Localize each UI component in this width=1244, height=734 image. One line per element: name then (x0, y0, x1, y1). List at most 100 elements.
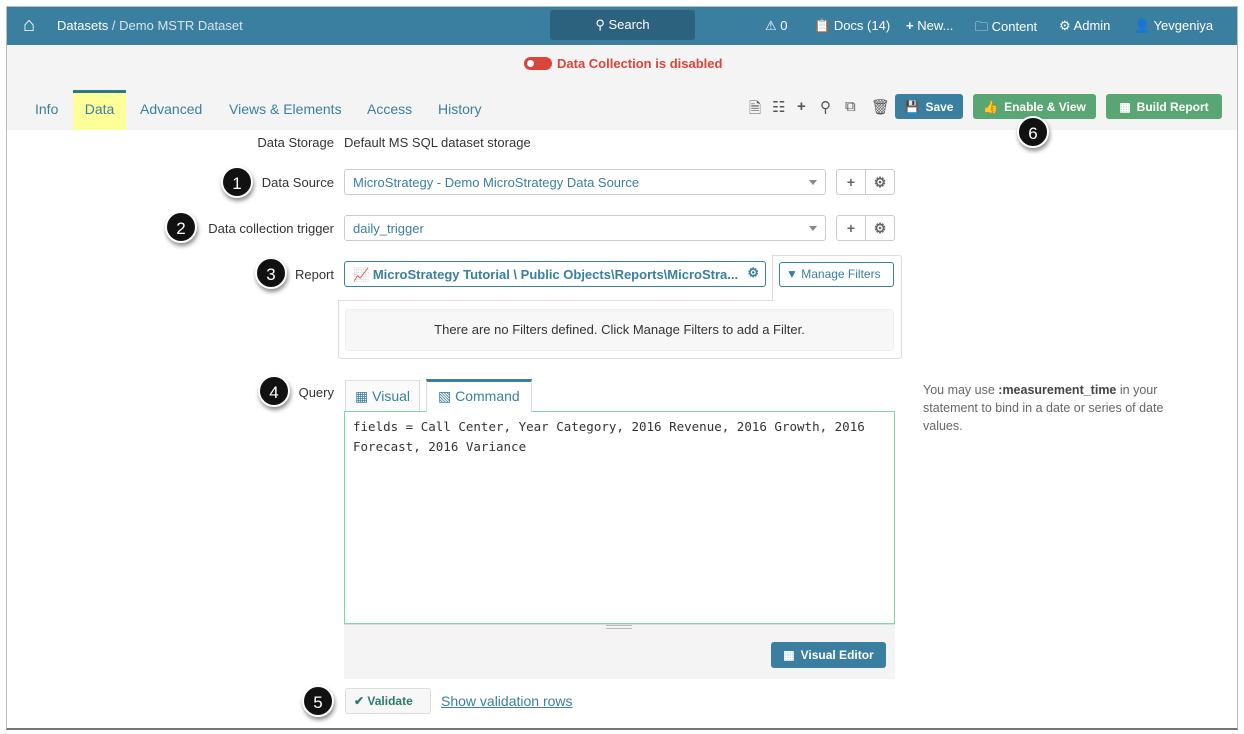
data-source-actions: + ⚙ (836, 169, 895, 195)
trigger-label: Data collection trigger (208, 221, 334, 236)
trigger-settings-button[interactable]: ⚙ (865, 216, 894, 240)
report-label: Report (294, 267, 334, 282)
floppy-icon: 💾 (904, 99, 920, 114)
admin-button[interactable]: ⚙ Admin (1059, 18, 1110, 34)
breadcrumb-separator: / (108, 18, 120, 33)
content-button[interactable]: 🗀 Content (975, 18, 1037, 40)
breadcrumb: Datasets / Demo MSTR Dataset (57, 18, 243, 33)
chevron-down-icon (809, 180, 817, 185)
query-help-text: You may use :measurement_time in your st… (923, 381, 1183, 435)
step-badge-5: 5 (302, 685, 334, 717)
hierarchy-icon[interactable]: ☷ (772, 98, 785, 116)
user-menu[interactable]: 👤 Yevgeniya (1134, 18, 1213, 34)
query-tab-visual-label: Visual (372, 388, 411, 404)
build-report-label: Build Report (1136, 99, 1209, 114)
search-button[interactable]: ⚲ Search (550, 10, 695, 40)
clipboard-icon: 📋 (814, 18, 831, 33)
new-label: New... (917, 18, 954, 33)
docs-button[interactable]: 📋 Docs (14) (814, 18, 890, 34)
save-button[interactable]: 💾 Save (895, 94, 963, 119)
tab-history[interactable]: History (438, 101, 482, 117)
data-storage-value: Default MS SQL dataset storage (344, 135, 531, 150)
save-label: Save (925, 99, 954, 114)
trigger-value: daily_trigger (353, 221, 424, 236)
chevron-down-icon (809, 226, 817, 231)
query-tab-visual[interactable]: ▦ Visual (345, 380, 420, 411)
visual-editor-button[interactable]: ▦ Visual Editor (771, 642, 886, 668)
trigger-select[interactable]: daily_trigger (344, 215, 826, 241)
resize-handle[interactable] (606, 625, 632, 629)
plus-icon: + (906, 18, 914, 33)
tab-info[interactable]: Info (35, 101, 58, 117)
search-label: Search (608, 17, 650, 32)
breadcrumb-current: Demo MSTR Dataset (119, 18, 243, 33)
thumbs-up-icon: 👍 (983, 99, 999, 114)
search-icon[interactable]: ⚲ (820, 98, 831, 116)
warning-icon: ⚠ (765, 18, 777, 33)
step-badge-6: 6 (1017, 116, 1049, 148)
data-source-label: Data Source (261, 175, 334, 190)
gear-icon: ⚙ (1059, 18, 1071, 33)
data-collection-status: Data Collection is disabled (557, 56, 723, 71)
help-pre: You may use (923, 383, 999, 397)
query-label: Query (298, 385, 334, 400)
content-label: Content (991, 19, 1038, 34)
data-source-value: MicroStrategy - Demo MicroStrategy Data … (353, 175, 640, 190)
query-editor[interactable]: fields = Call Center, Year Category, 201… (344, 411, 895, 624)
grid-icon: ▦ (783, 648, 795, 662)
no-filters-text: There are no Filters defined. Click Mana… (434, 322, 805, 337)
manage-filters-button[interactable]: ▼ Manage Filters (779, 262, 894, 287)
manage-filters-label: Manage Filters (801, 267, 881, 281)
help-bold: :measurement_time (998, 383, 1117, 397)
copy-icon[interactable]: ⧉ (845, 98, 856, 115)
docs-label: Docs (14) (833, 18, 891, 33)
breadcrumb-datasets[interactable]: Datasets (57, 18, 108, 33)
top-navbar: ⌂ Datasets / Demo MSTR Dataset ⚲ Search … (7, 7, 1237, 45)
report-select[interactable]: 📈 MicroStrategy Tutorial \ Public Object… (344, 261, 766, 287)
step-badge-4: 4 (258, 375, 290, 407)
add-trigger-button[interactable]: + (837, 216, 865, 240)
filter-icon: ▼ (786, 267, 802, 281)
trigger-actions: + ⚙ (836, 215, 895, 241)
step-badge-3: 3 (255, 257, 287, 289)
user-icon: 👤 (1134, 18, 1151, 33)
terminal-icon: ▧ (438, 388, 456, 404)
alerts-count: 0 (780, 18, 788, 33)
chart-icon: 📈 (353, 267, 373, 282)
step-badge-2: 2 (165, 211, 197, 243)
tab-access[interactable]: Access (367, 101, 412, 117)
checkmark-icon: ✔ (354, 694, 368, 708)
visual-editor-label: Visual Editor (800, 648, 874, 662)
data-source-select[interactable]: MicroStrategy - Demo MicroStrategy Data … (344, 169, 826, 195)
validate-label: Validate (367, 694, 413, 708)
grid-icon: ▦ (355, 388, 373, 404)
build-report-button[interactable]: ▦ Build Report (1106, 94, 1222, 119)
trash-icon[interactable]: 🗑 (871, 98, 890, 116)
add-data-source-button[interactable]: + (837, 170, 865, 194)
data-storage-label: Data Storage (257, 135, 334, 150)
user-label: Yevgeniya (1153, 18, 1214, 33)
document-icon[interactable]: 🗎 (749, 98, 761, 123)
search-icon: ⚲ (595, 17, 609, 32)
alerts-button[interactable]: ⚠ 0 (765, 18, 788, 34)
validate-button[interactable]: ✔ Validate (345, 688, 431, 714)
admin-label: Admin (1073, 18, 1111, 33)
folder-icon: 🗀 (975, 19, 989, 34)
query-tab-command[interactable]: ▧ Command (426, 379, 532, 412)
tab-advanced[interactable]: Advanced (140, 101, 202, 117)
no-filters-message: There are no Filters defined. Click Mana… (345, 309, 894, 351)
show-validation-rows-link[interactable]: Show validation rows (441, 693, 573, 709)
query-tab-command-label: Command (455, 388, 520, 404)
table-icon: ▦ (1119, 99, 1131, 114)
tab-data[interactable]: Data (73, 90, 126, 130)
report-settings-icon[interactable]: ⚙ (747, 265, 759, 281)
data-collection-toggle[interactable] (524, 57, 552, 70)
enable-view-label: Enable & View (1004, 99, 1086, 114)
plus-icon[interactable]: + (797, 98, 806, 115)
step-badge-1: 1 (221, 166, 253, 198)
report-value: MicroStrategy Tutorial \ Public Objects\… (372, 267, 739, 282)
tab-views-elements[interactable]: Views & Elements (229, 101, 342, 117)
home-icon[interactable]: ⌂ (23, 14, 35, 37)
new-button[interactable]: + New... (906, 18, 953, 33)
data-source-settings-button[interactable]: ⚙ (865, 170, 894, 194)
